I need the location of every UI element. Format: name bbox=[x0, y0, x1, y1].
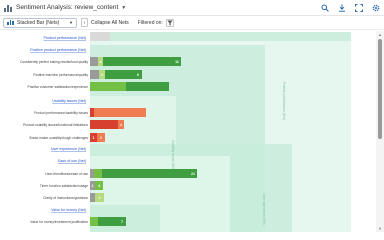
net-band-label: Positive performance (Net) bbox=[282, 82, 286, 120]
bar-segment bbox=[90, 108, 94, 117]
scroll-thumb[interactable] bbox=[378, 39, 382, 139]
net-band-label: User experience (Net) bbox=[262, 193, 266, 224]
net-row-label[interactable]: Positive product performance (Net) bbox=[30, 48, 86, 52]
bar-value-label: 4 bbox=[101, 73, 103, 77]
vertical-scrollbar[interactable]: ▲ ▼ bbox=[376, 31, 384, 232]
bar-segment bbox=[102, 169, 197, 178]
bar-value-label: 1 bbox=[93, 136, 95, 140]
filtered-on-label: Filtered on: bbox=[137, 19, 163, 26]
bar-segment bbox=[90, 70, 99, 79]
fullscreen-icon[interactable] bbox=[354, 3, 363, 12]
row-label: Product performance/usability issues bbox=[34, 111, 88, 115]
bar-segment bbox=[90, 120, 118, 129]
bar-segment bbox=[94, 169, 102, 178]
download-icon[interactable] bbox=[337, 3, 346, 12]
stacked-bar-icon bbox=[7, 20, 15, 25]
bar-value-label: 4 bbox=[98, 184, 100, 188]
bar-segment bbox=[90, 193, 95, 202]
row-label: Consistently perfect baking results/food… bbox=[20, 60, 88, 64]
title-bar: Sentiment Analysis: review_content ▼ bbox=[0, 0, 384, 16]
net-row-label[interactable]: Product performance (Net) bbox=[43, 36, 86, 40]
chevron-down-icon: ▼ bbox=[69, 20, 73, 25]
row-label: Clarity of instructions/guidance bbox=[43, 196, 88, 200]
bar-segment bbox=[103, 57, 181, 66]
chart-type-value: Stacked Bar (Nets) bbox=[17, 19, 60, 26]
net-bar-segment bbox=[90, 32, 110, 41]
bar-value-label: 6 bbox=[137, 73, 139, 77]
chart-type-select[interactable]: Stacked Bar (Nets) ▼ bbox=[3, 17, 77, 28]
net-bar-segment bbox=[110, 32, 351, 41]
collapse-all-nets-button[interactable]: Collapse All Nets bbox=[91, 20, 129, 26]
net-row-label[interactable]: Ease of use (Net) bbox=[58, 159, 86, 163]
search-icon[interactable] bbox=[320, 3, 329, 12]
title-dropdown-caret-icon[interactable]: ▼ bbox=[121, 5, 126, 11]
net-row-label[interactable]: User experience (Net) bbox=[51, 147, 86, 151]
scroll-down-icon[interactable]: ▼ bbox=[376, 226, 384, 231]
row-label: Product usability issues/functional limi… bbox=[23, 123, 88, 127]
net-row-label[interactable]: Value for money (Net) bbox=[51, 208, 86, 212]
bar-value-label: 2 bbox=[99, 196, 101, 200]
row-label: Positive customer satisfaction/experienc… bbox=[28, 85, 89, 89]
bar-segment bbox=[90, 169, 94, 178]
window-title: Sentiment Analysis: review_content bbox=[16, 4, 119, 11]
settings-icon[interactable] bbox=[371, 3, 380, 12]
bar-chart-app-icon bbox=[4, 4, 12, 12]
bar-value-label: 11 bbox=[175, 60, 179, 64]
row-label: Timer function satisfaction/usage bbox=[40, 184, 88, 188]
bar-segment bbox=[126, 82, 169, 91]
bar-segment bbox=[94, 108, 146, 117]
bar-value-label: 7 bbox=[121, 220, 123, 224]
row-label: Bread maker usability/dough challenges bbox=[30, 136, 89, 140]
filter-icon[interactable] bbox=[165, 18, 174, 27]
bar-value-label: 2 bbox=[100, 136, 102, 140]
chart-toolbar: Stacked Bar (Nets) ▼ ‹ Collapse All Nets… bbox=[0, 16, 384, 30]
bar-value-label: 4 bbox=[120, 123, 122, 127]
net-row-label[interactable]: Usability issues (Net) bbox=[52, 99, 86, 103]
bar-segment bbox=[90, 82, 126, 91]
bar-value-label: 4 bbox=[100, 60, 102, 64]
collapse-all-icon[interactable]: ‹ bbox=[81, 18, 88, 27]
title-actions bbox=[320, 3, 380, 12]
chart-area: Positive performance (Net) Usability issu… bbox=[0, 31, 376, 232]
stacked-bar-chart: Positive performance (Net) Usability issu… bbox=[20, 32, 351, 232]
bar-segment bbox=[90, 217, 98, 226]
net-band-label: Usability issues (Net) bbox=[171, 140, 175, 170]
row-label: Positive machine performance/quality bbox=[33, 73, 88, 77]
row-label: User-friendliness/ease of use bbox=[45, 172, 88, 176]
bar-value-label: 1 bbox=[92, 184, 94, 188]
row-label: Value for money/investment justification bbox=[30, 220, 88, 224]
bar-value-label: 21 bbox=[191, 172, 195, 176]
scroll-up-icon[interactable]: ▲ bbox=[376, 32, 384, 37]
bar-segment bbox=[90, 57, 98, 66]
